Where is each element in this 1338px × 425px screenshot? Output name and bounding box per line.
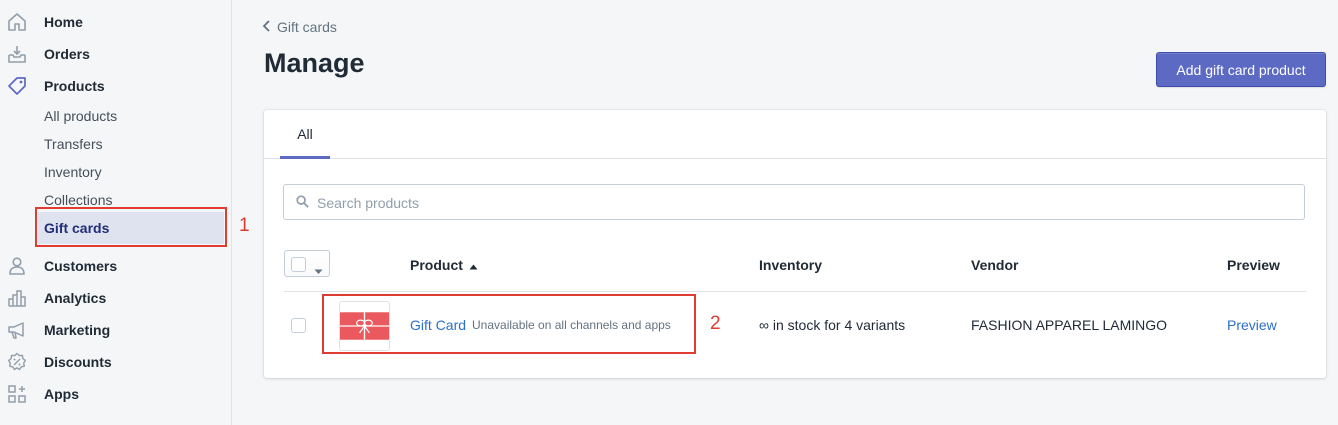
sidebar-subitem-inventory[interactable]: Inventory	[44, 161, 102, 183]
sidebar-item-label: Customers	[44, 258, 118, 274]
sidebar-item-products[interactable]: Products	[0, 72, 231, 100]
sidebar-item-marketing[interactable]: Marketing	[0, 316, 231, 344]
caret-down-icon	[314, 262, 323, 280]
vendor-cell: FASHION APPAREL LAMINGO	[971, 317, 1168, 333]
sidebar-item-orders[interactable]: Orders	[0, 40, 231, 68]
sidebar-item-label: Analytics	[44, 290, 107, 306]
breadcrumb[interactable]: Gift cards	[262, 19, 337, 35]
annotation-box-2	[322, 294, 696, 354]
annotation-number-2: 2	[710, 313, 721, 334]
sidebar-item-label: Marketing	[44, 322, 111, 338]
bar-chart-icon	[6, 288, 28, 308]
column-header-vendor: Vendor	[971, 257, 1019, 273]
tab-bar: All	[264, 110, 1326, 159]
inventory-cell: ∞ in stock for 4 variants	[759, 317, 906, 333]
add-gift-card-product-button[interactable]: Add gift card product	[1156, 52, 1326, 87]
chevron-left-icon	[262, 19, 271, 35]
apps-grid-icon	[6, 384, 28, 404]
column-header-product[interactable]: Product	[410, 257, 478, 273]
sidebar-item-home[interactable]: Home	[0, 8, 231, 36]
sidebar-item-label: Discounts	[44, 354, 112, 370]
select-all-checkbox[interactable]	[291, 257, 306, 272]
tab-all[interactable]: All	[280, 110, 330, 159]
column-header-label: Product	[410, 257, 463, 273]
orders-icon	[6, 44, 28, 64]
tag-icon	[6, 76, 28, 96]
bulk-select-button[interactable]	[284, 250, 330, 277]
sidebar-item-label: Orders	[44, 46, 90, 62]
sidebar-item-customers[interactable]: Customers	[0, 252, 231, 280]
sidebar-item-label: Apps	[44, 386, 79, 402]
sidebar-item-label: Products	[44, 78, 105, 94]
annotation-number-1: 1	[239, 215, 250, 236]
row-checkbox[interactable]	[291, 318, 306, 333]
sidebar-subitem-all-products[interactable]: All products	[44, 105, 117, 127]
megaphone-icon	[6, 320, 28, 340]
sidebar-item-analytics[interactable]: Analytics	[0, 284, 231, 312]
sidebar-subitem-transfers[interactable]: Transfers	[44, 133, 103, 155]
discount-icon	[6, 352, 28, 372]
sidebar-item-discounts[interactable]: Discounts	[0, 348, 231, 376]
column-header-inventory: Inventory	[759, 257, 823, 273]
search-input[interactable]	[317, 193, 1287, 213]
sidebar-item-label: Home	[44, 14, 83, 30]
breadcrumb-label: Gift cards	[277, 19, 337, 35]
person-icon	[6, 256, 28, 276]
sidebar-item-apps[interactable]: Apps	[0, 380, 231, 408]
preview-link[interactable]: Preview	[1227, 317, 1277, 333]
search-field[interactable]	[283, 184, 1305, 220]
page-title: Manage	[264, 48, 365, 78]
search-icon	[296, 195, 309, 213]
home-icon	[6, 12, 28, 32]
column-header-preview: Preview	[1227, 257, 1280, 273]
sort-ascending-icon	[469, 257, 478, 273]
divider	[284, 291, 1306, 292]
annotation-box-1	[35, 207, 227, 247]
